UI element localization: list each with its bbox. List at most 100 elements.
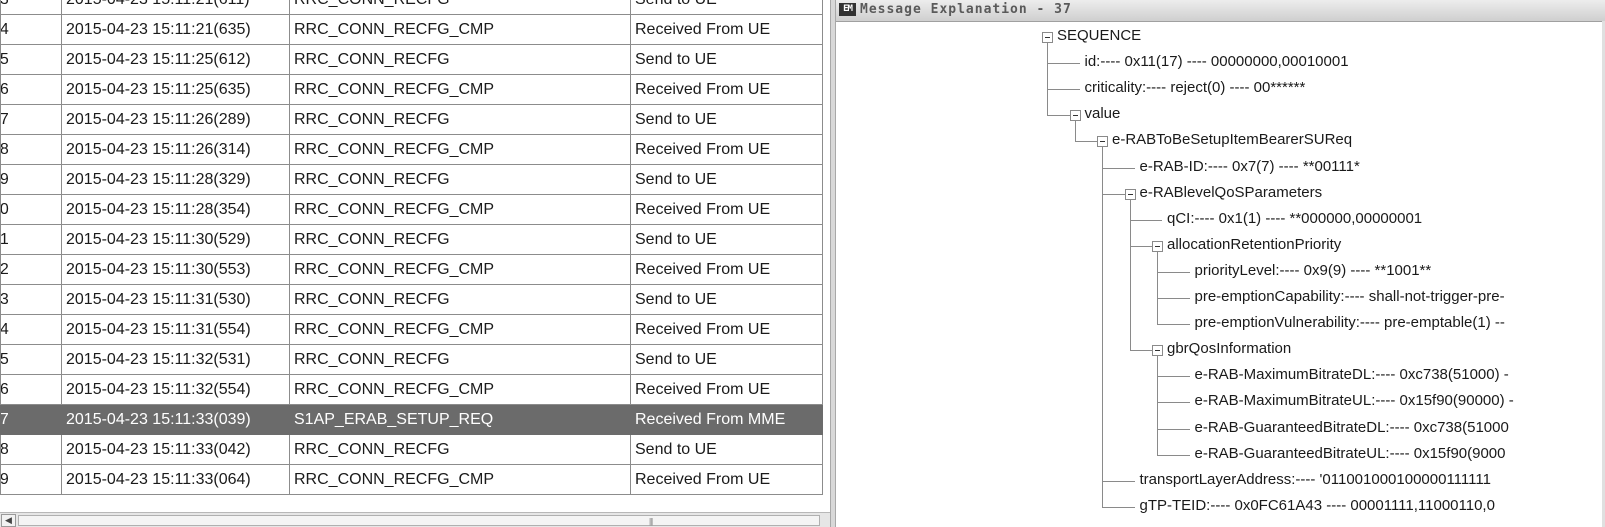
message-list-pane: 232015-04-23 15:11:21(611)RRC_CONN_RECFG… xyxy=(0,0,830,527)
collapse-toggle-icon[interactable] xyxy=(1042,32,1053,43)
tree-node-label: gbrQosInformation xyxy=(1167,340,1292,358)
table-row[interactable]: 392015-04-23 15:11:33(064)RRC_CONN_RECFG… xyxy=(0,464,823,495)
horizontal-scrollbar[interactable]: ◀ ||| xyxy=(0,512,830,527)
tree-node-label: gTP-TEID:---- 0x0FC61A43 ---- 00001111,1… xyxy=(1139,496,1495,514)
collapse-toggle-icon[interactable] xyxy=(1097,136,1108,148)
row-time-cell: 2015-04-23 15:11:26(289) xyxy=(61,104,290,135)
row-direction-cell: Send to UE xyxy=(630,0,823,15)
row-direction-cell: Received From UE xyxy=(630,374,823,405)
tree-connector xyxy=(1074,141,1097,143)
scroll-left-arrow-icon[interactable]: ◀ xyxy=(1,514,16,527)
row-direction-cell: Received From UE xyxy=(630,254,823,285)
row-direction-cell: Received From UE xyxy=(630,14,823,45)
table-row[interactable]: 292015-04-23 15:11:28(329)RRC_CONN_RECFG… xyxy=(0,164,823,195)
tree-node-label: id:---- 0x11(17) ---- 00000000,00010001 xyxy=(1084,53,1349,71)
row-index-cell: 33 xyxy=(0,284,62,315)
row-direction-cell: Received From UE xyxy=(630,464,823,495)
row-index-cell: 31 xyxy=(0,224,62,255)
row-index-cell: 37 xyxy=(0,404,62,435)
row-message-cell: RRC_CONN_RECFG xyxy=(289,44,631,75)
row-direction-cell: Send to UE xyxy=(630,44,823,75)
row-message-cell: RRC_CONN_RECFG xyxy=(289,224,631,255)
tree-node-label: allocationRetentionPriority xyxy=(1167,235,1342,253)
row-time-cell: 2015-04-23 15:11:33(039) xyxy=(61,404,290,435)
tree-connector xyxy=(1157,376,1190,378)
row-index-cell: 35 xyxy=(0,344,62,375)
table-row[interactable]: 252015-04-23 15:11:25(612)RRC_CONN_RECFG… xyxy=(0,44,823,75)
row-message-cell: RRC_CONN_RECFG xyxy=(289,164,631,195)
row-index-cell: 34 xyxy=(0,314,62,345)
collapse-toggle-icon[interactable] xyxy=(1069,110,1081,122)
row-time-cell: 2015-04-23 15:11:25(612) xyxy=(61,44,290,75)
row-time-cell: 2015-04-23 15:11:33(064) xyxy=(61,464,290,495)
row-index-cell: 25 xyxy=(0,44,62,75)
tree-connector xyxy=(1129,199,1131,351)
tree-connector xyxy=(1157,271,1190,273)
row-index-cell: 38 xyxy=(0,434,62,465)
row-index-cell: 32 xyxy=(0,254,62,285)
tree-connector xyxy=(1129,350,1152,352)
row-index-cell: 23 xyxy=(0,0,62,15)
row-message-cell: RRC_CONN_RECFG_CMP xyxy=(289,314,631,345)
table-row[interactable]: 332015-04-23 15:11:31(530)RRC_CONN_RECFG… xyxy=(0,284,823,315)
row-direction-cell: Received From UE xyxy=(630,314,823,345)
tree-node-label: pre-emptionCapability:---- shall-not-tri… xyxy=(1194,288,1505,305)
tree-connector xyxy=(1129,245,1152,247)
tree-node-label: pre-emptionVulnerability:---- pre-emptab… xyxy=(1194,314,1505,332)
collapse-toggle-icon[interactable] xyxy=(1124,188,1136,200)
row-message-cell: RRC_CONN_RECFG_CMP xyxy=(289,194,631,225)
collapse-toggle-icon[interactable] xyxy=(1152,240,1163,252)
tree-connector xyxy=(1047,115,1070,117)
row-time-cell: 2015-04-23 15:11:28(354) xyxy=(61,194,290,225)
table-row[interactable]: 242015-04-23 15:11:21(635)RRC_CONN_RECFG… xyxy=(0,14,823,45)
row-direction-cell: Send to UE xyxy=(630,164,823,195)
tree-node-label: e-RAB-MaximumBitrateDL:---- 0xc738(51000… xyxy=(1194,366,1509,384)
row-index-cell: 28 xyxy=(0,134,62,165)
scrollbar-grip-icon: ||| xyxy=(649,517,653,526)
row-index-cell: 26 xyxy=(0,74,62,105)
row-message-cell: RRC_CONN_RECFG xyxy=(289,104,631,135)
table-row[interactable]: 382015-04-23 15:11:33(042)RRC_CONN_RECFG… xyxy=(0,434,823,465)
row-time-cell: 2015-04-23 15:11:21(635) xyxy=(61,14,290,45)
tree-connector xyxy=(1102,167,1135,169)
row-direction-cell: Send to UE xyxy=(630,344,823,375)
table-row[interactable]: 362015-04-23 15:11:32(554)RRC_CONN_RECFG… xyxy=(0,374,823,405)
row-message-cell: RRC_CONN_RECFG_CMP xyxy=(289,254,631,285)
row-index-cell: 36 xyxy=(0,374,62,405)
row-message-cell: RRC_CONN_RECFG xyxy=(289,0,631,15)
table-row[interactable]: 322015-04-23 15:11:30(553)RRC_CONN_RECFG… xyxy=(0,254,823,285)
tree-connector xyxy=(1074,121,1076,142)
table-row[interactable]: 262015-04-23 15:11:25(635)RRC_CONN_RECFG… xyxy=(0,74,823,105)
tree-node-label: e-RAB-ID:---- 0x7(7) ---- **00111* xyxy=(1139,157,1360,175)
message-log-table: 232015-04-23 15:11:21(611)RRC_CONN_RECFG… xyxy=(0,0,823,495)
table-row[interactable]: 312015-04-23 15:11:30(529)RRC_CONN_RECFG… xyxy=(0,224,823,255)
table-row[interactable]: 232015-04-23 15:11:21(611)RRC_CONN_RECFG… xyxy=(0,0,823,15)
row-message-cell: RRC_CONN_RECFG_CMP xyxy=(289,374,631,405)
tree-connector xyxy=(1047,63,1080,65)
message-explanation-pane: EM Message Explanation - 37 SEQUENCE id:-… xyxy=(836,0,1605,527)
table-row[interactable]: 352015-04-23 15:11:32(531)RRC_CONN_RECFG… xyxy=(0,344,823,375)
table-row[interactable]: 282015-04-23 15:11:26(314)RRC_CONN_RECFG… xyxy=(0,134,823,165)
tree-node-label: e-RAB-MaximumBitrateUL:---- 0x15f90(9000… xyxy=(1194,392,1514,410)
scrollbar-thumb[interactable]: ||| xyxy=(18,515,820,526)
tree-connector xyxy=(1047,43,1048,116)
selected-table-row[interactable]: 372015-04-23 15:11:33(039)S1AP_ERAB_SETU… xyxy=(0,404,823,435)
tree-connector xyxy=(1157,402,1190,404)
collapse-toggle-icon[interactable] xyxy=(1152,345,1163,357)
tree-connector xyxy=(1157,454,1190,456)
row-time-cell: 2015-04-23 15:11:30(553) xyxy=(61,254,290,285)
row-message-cell: RRC_CONN_RECFG_CMP xyxy=(289,74,631,105)
row-message-cell: RRC_CONN_RECFG_CMP xyxy=(289,464,631,495)
tree-connector xyxy=(1102,193,1125,195)
row-direction-cell: Received From MME xyxy=(630,404,823,435)
table-row[interactable]: 272015-04-23 15:11:26(289)RRC_CONN_RECFG… xyxy=(0,104,823,135)
tree-node-label: e-RAB-GuaranteedBitrateUL:---- 0x15f90(9… xyxy=(1194,444,1506,462)
row-message-cell: S1AP_ERAB_SETUP_REQ xyxy=(289,404,631,435)
tree-node-label: priorityLevel:---- 0x9(9) ---- **1001** xyxy=(1194,261,1432,279)
tree-node-label: e-RABlevelQoSParameters xyxy=(1139,183,1323,201)
table-row[interactable]: 342015-04-23 15:11:31(554)RRC_CONN_RECFG… xyxy=(0,314,823,345)
table-row[interactable]: 302015-04-23 15:11:28(354)RRC_CONN_RECFG… xyxy=(0,194,823,225)
row-message-cell: RRC_CONN_RECFG xyxy=(289,434,631,465)
tree-connector xyxy=(1102,506,1135,508)
tree-connector xyxy=(1157,428,1190,430)
